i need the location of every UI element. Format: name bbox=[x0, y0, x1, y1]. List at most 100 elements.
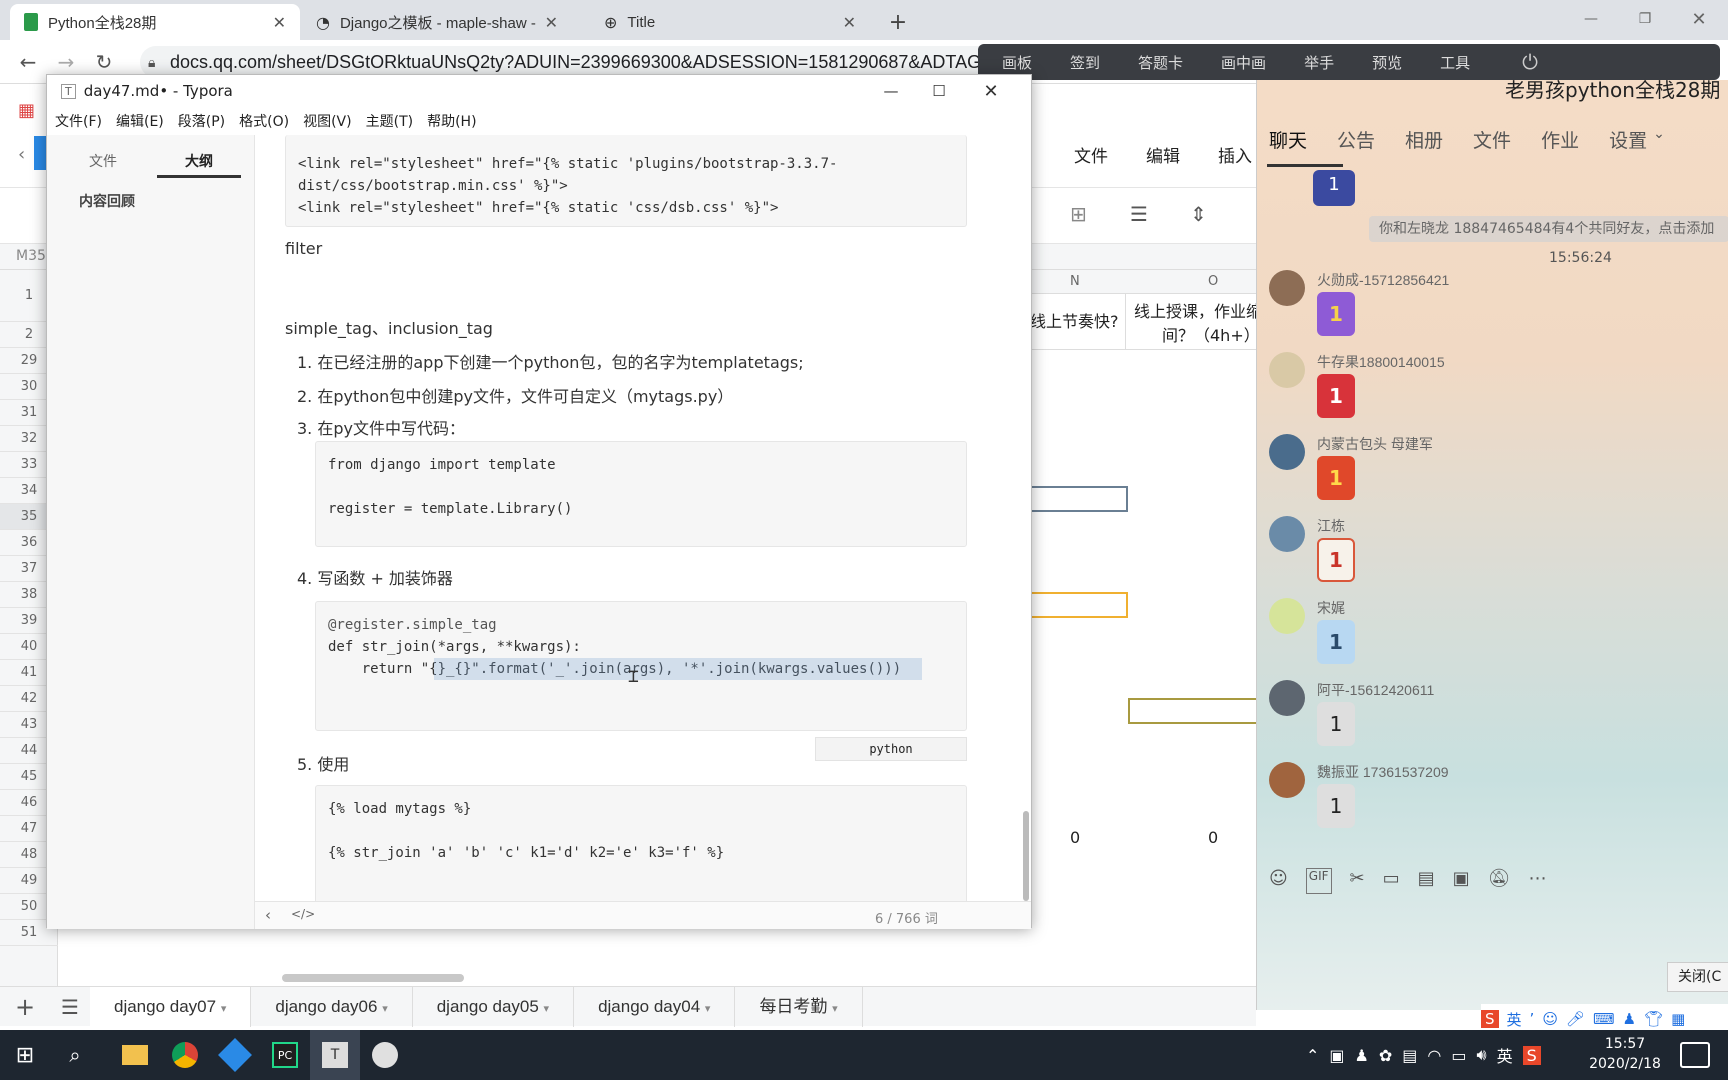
outline-item[interactable]: 内容回顾 bbox=[79, 191, 135, 211]
forward-icon[interactable]: → bbox=[52, 48, 80, 76]
more-icon[interactable]: ⋯ bbox=[1529, 868, 1547, 894]
sheet-tab[interactable]: django day07 ▾ bbox=[90, 986, 252, 1027]
menu-file[interactable]: 文件(F) bbox=[55, 111, 102, 131]
network-icon[interactable]: ▭ bbox=[1451, 1046, 1466, 1065]
tray-icon[interactable]: ▣ bbox=[1329, 1046, 1344, 1065]
tab-announcement[interactable]: 公告 bbox=[1337, 126, 1375, 156]
cell-n46[interactable]: 0 bbox=[1070, 828, 1080, 847]
code-block-links[interactable]: <link rel="stylesheet" href="{% static '… bbox=[285, 135, 967, 227]
doc-icon[interactable]: ▤ bbox=[1418, 868, 1435, 894]
emoji-icon[interactable]: ☺ bbox=[1269, 868, 1288, 894]
menu-insert[interactable]: 插入 bbox=[1218, 142, 1252, 167]
code-language-selector[interactable]: python bbox=[815, 737, 967, 761]
avatar[interactable] bbox=[1269, 516, 1305, 552]
search-icon[interactable]: ⌕ bbox=[50, 1030, 100, 1080]
pycharm-icon[interactable]: PC bbox=[260, 1030, 310, 1080]
mute-icon[interactable]: 🔕︎ bbox=[1488, 868, 1511, 894]
app-icon[interactable] bbox=[210, 1030, 260, 1080]
window-close-icon[interactable]: ✕ bbox=[1684, 6, 1714, 32]
chevron-up-icon[interactable]: ⌃ bbox=[1306, 1046, 1319, 1065]
avatar[interactable] bbox=[1269, 680, 1305, 716]
power-icon[interactable]: ⏻ bbox=[1518, 50, 1542, 74]
header-cell-n[interactable]: 线上节奏快? bbox=[1030, 294, 1126, 350]
sogou-icon[interactable]: S bbox=[1522, 1045, 1541, 1065]
menu-edit[interactable]: 编辑 bbox=[1146, 142, 1180, 167]
explorer-icon[interactable] bbox=[110, 1030, 160, 1080]
highlighted-cell[interactable] bbox=[1030, 486, 1128, 512]
tab-settings[interactable]: 设置 bbox=[1609, 126, 1647, 156]
reload-icon[interactable]: ↻ bbox=[90, 48, 118, 76]
code-block-function[interactable]: @register.simple_tag def str_join(*args,… bbox=[315, 601, 967, 731]
system-notice[interactable]: 你和左晓龙 18847465484有4个共同好友，点击添加 bbox=[1369, 216, 1728, 242]
code-block-usage[interactable]: {% load mytags %} {% str_join 'a' 'b' 'c… bbox=[315, 785, 967, 903]
grid-icon[interactable]: ▦ bbox=[1671, 1010, 1685, 1028]
tab-chat[interactable]: 聊天 bbox=[1269, 126, 1307, 156]
toolbar-quiz[interactable]: 答题卡 bbox=[1138, 52, 1183, 73]
highlighted-cell[interactable] bbox=[1030, 592, 1128, 618]
code-block-register[interactable]: from django import template register = t… bbox=[315, 441, 967, 547]
tab-title-page[interactable]: ⊕ Title ✕ bbox=[590, 4, 870, 40]
avatar[interactable] bbox=[1269, 762, 1305, 798]
sheet-tab[interactable]: django day04 ▾ bbox=[574, 986, 736, 1027]
cell-o46[interactable]: 0 bbox=[1208, 828, 1218, 847]
menu-edit[interactable]: 编辑(E) bbox=[116, 111, 164, 131]
volume-icon[interactable]: 🔊︎ bbox=[1477, 1045, 1487, 1065]
punctuation-icon[interactable]: ’ bbox=[1530, 1010, 1535, 1028]
tab-django[interactable]: ◔ Django之模板 - maple-shaw - ✕ bbox=[302, 4, 572, 40]
col-n-header[interactable]: N bbox=[1070, 274, 1080, 289]
meeting-icon[interactable] bbox=[360, 1030, 410, 1080]
avatar[interactable] bbox=[1269, 352, 1305, 388]
ime-lang[interactable]: 英 bbox=[1507, 1009, 1522, 1030]
notification-icon[interactable] bbox=[1680, 1042, 1710, 1068]
toolbar-preview[interactable]: 预览 bbox=[1372, 52, 1402, 73]
source-mode-icon[interactable]: </> bbox=[291, 907, 315, 921]
toolbar-draw[interactable]: 画板 bbox=[1002, 52, 1032, 73]
maximize-icon[interactable]: ☐ bbox=[925, 77, 953, 105]
folder-icon[interactable]: ▭ bbox=[1383, 868, 1400, 894]
menu-help[interactable]: 帮助(H) bbox=[427, 111, 476, 131]
chevron-left-icon[interactable]: ‹ bbox=[18, 144, 25, 165]
new-tab-icon[interactable]: + bbox=[884, 8, 912, 36]
sheet-list-icon[interactable]: ☰ bbox=[50, 995, 90, 1019]
menu-file[interactable]: 文件 bbox=[1074, 142, 1108, 167]
restore-icon[interactable]: ❐ bbox=[1630, 6, 1660, 32]
clock[interactable]: 15:57 2020/2/18 bbox=[1580, 1034, 1670, 1076]
wifi-icon[interactable]: ◠ bbox=[1427, 1046, 1441, 1065]
toolbar-pip[interactable]: 画中画 bbox=[1221, 52, 1266, 73]
toolbar-signin[interactable]: 签到 bbox=[1070, 52, 1100, 73]
vertical-scrollbar[interactable] bbox=[1023, 811, 1029, 901]
keyboard-icon[interactable]: ⌨ bbox=[1593, 1010, 1615, 1028]
merge-icon[interactable]: ⊞ bbox=[1070, 202, 1087, 226]
avatar[interactable] bbox=[1269, 434, 1305, 470]
start-icon[interactable]: ⊞ bbox=[0, 1030, 50, 1080]
close-icon[interactable]: ✕ bbox=[977, 77, 1005, 105]
align-icon[interactable]: ☰ bbox=[1130, 202, 1148, 226]
minimize-icon[interactable]: — bbox=[877, 77, 905, 105]
close-button[interactable]: 关闭(C bbox=[1667, 962, 1728, 992]
close-icon[interactable]: ✕ bbox=[843, 13, 856, 32]
menu-view[interactable]: 视图(V) bbox=[303, 111, 352, 131]
shirt-icon[interactable]: 👕︎ bbox=[1644, 1010, 1663, 1028]
toolbar-tools[interactable]: 工具 bbox=[1440, 52, 1470, 73]
header-cell-o[interactable]: 线上授课，作业缩 间？（4h+） bbox=[1126, 294, 1260, 350]
tray-icon[interactable]: ✿ bbox=[1379, 1046, 1392, 1065]
minimize-icon[interactable]: — bbox=[1576, 6, 1606, 32]
chevron-left-icon[interactable]: ‹ bbox=[265, 906, 271, 924]
close-icon[interactable]: ✕ bbox=[545, 13, 558, 32]
avatar[interactable] bbox=[1269, 270, 1305, 306]
tray-icon[interactable]: ▤ bbox=[1402, 1046, 1417, 1065]
chrome-icon[interactable] bbox=[160, 1030, 210, 1080]
back-icon[interactable]: ← bbox=[14, 48, 42, 76]
sogou-icon[interactable]: S bbox=[1481, 1010, 1499, 1028]
typora-taskbar-icon[interactable]: T bbox=[310, 1030, 360, 1080]
tab-files[interactable]: 文件 bbox=[89, 151, 117, 171]
tab-python[interactable]: Python全栈28期 ✕ bbox=[10, 4, 300, 40]
sheet-tab[interactable]: django day06 ▾ bbox=[251, 986, 413, 1027]
word-count[interactable]: 6 / 766 词 bbox=[875, 908, 938, 927]
add-sheet-icon[interactable]: + bbox=[0, 993, 50, 1021]
avatar[interactable] bbox=[1269, 598, 1305, 634]
gif-icon[interactable]: GIF bbox=[1305, 868, 1332, 894]
user-icon[interactable]: ♟ bbox=[1623, 1010, 1636, 1028]
col-o-header[interactable]: O bbox=[1208, 274, 1218, 289]
menu-theme[interactable]: 主题(T) bbox=[366, 111, 413, 131]
